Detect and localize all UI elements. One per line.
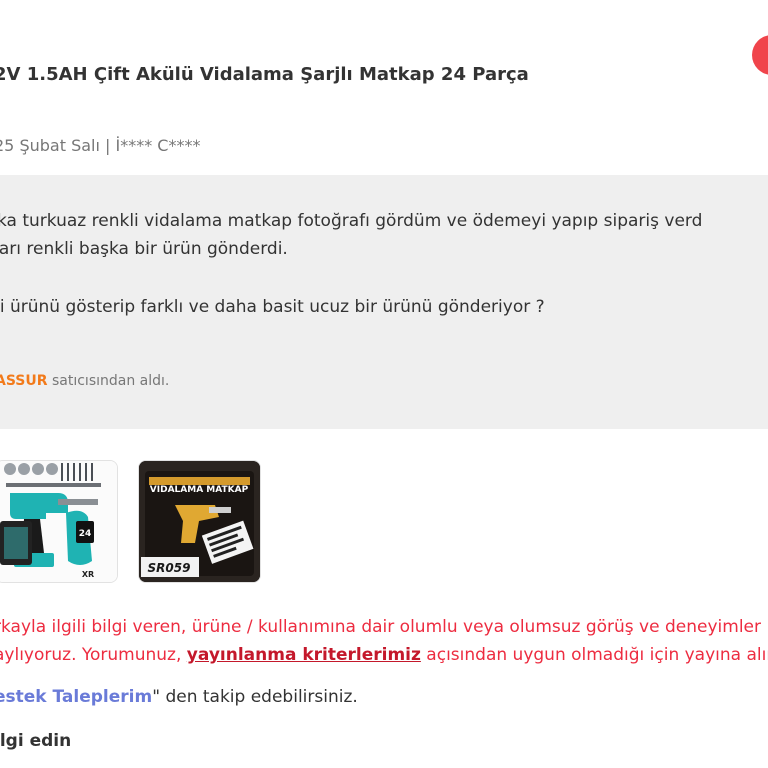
notice-suffix: açısından uygun olmadığı için yayına alı… — [420, 645, 768, 665]
thumb-1-count-label: 24 — [79, 529, 92, 539]
support-requests-link[interactable]: estek Taleplerim — [0, 687, 152, 707]
publishing-criteria-link[interactable]: yayınlanma kriterlerimiz — [187, 645, 421, 665]
rejection-notice-line: rkayla ilgili bilgi veren, ürüne / kulla… — [0, 617, 761, 637]
seller-suffix: satıcısından aldı. — [47, 373, 170, 389]
notification-badge[interactable] — [752, 35, 768, 75]
review-comment-box: rka turkuaz renkli vidalama matkap fotoğ… — [0, 175, 768, 429]
seller-info: ASSUR satıcısından aldı. — [0, 373, 169, 389]
review-date-author: 25 Şubat Salı | İ**** C**** — [0, 136, 201, 155]
rejection-notice-line: aylıyoruz. Yorumunuz, yayınlanma kriterl… — [0, 645, 768, 665]
support-suffix: " den takip edebilirsiniz. — [152, 687, 358, 707]
product-title[interactable]: 2V 1.5AH Çift Akülü Vidalama Şarjlı Matk… — [0, 64, 529, 85]
review-text-line: rka turkuaz renkli vidalama matkap fotoğ… — [0, 211, 703, 231]
review-text-line: ki ürünü gösterip farklı ve daha basit u… — [0, 297, 545, 317]
thumb-1-brand-label: XR — [82, 570, 94, 579]
info-heading[interactable]: ilgi edin — [0, 731, 71, 751]
thumb-2-model-label: SR059 — [148, 561, 191, 575]
notice-prefix: aylıyoruz. Yorumunuz, — [0, 645, 187, 665]
seller-name[interactable]: ASSUR — [0, 373, 48, 389]
product-photo-drill-kit[interactable]: 24 XR — [0, 460, 118, 583]
product-photo-received[interactable]: VIDALAMA MATKAP SR059 — [138, 460, 261, 583]
thumb-2-package-label: VIDALAMA MATKAP — [150, 485, 249, 495]
support-requests-line: estek Taleplerim" den takip edebilirsini… — [0, 687, 358, 707]
review-text-line: sarı renkli başka bir ürün gönderdi. — [0, 239, 288, 259]
